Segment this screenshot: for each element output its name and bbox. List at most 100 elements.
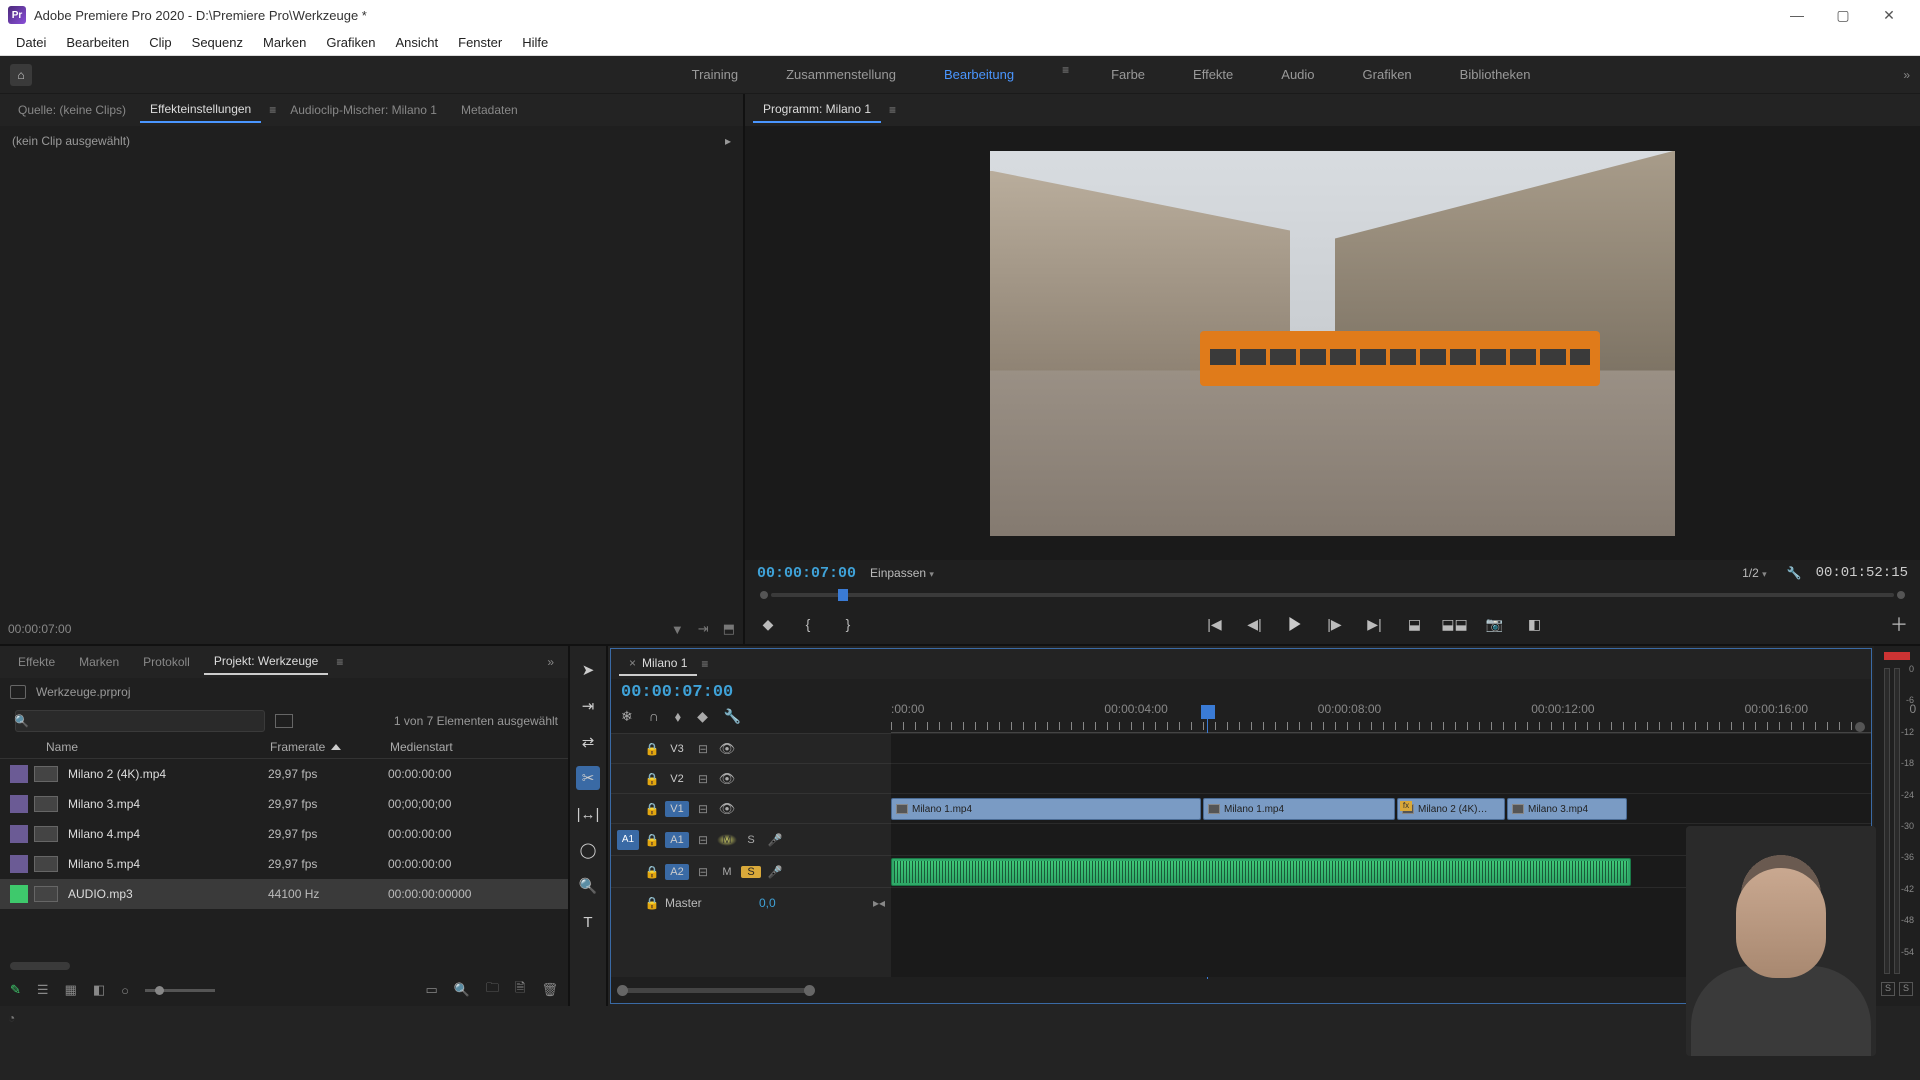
menu-sequenz[interactable]: Sequenz xyxy=(182,32,253,53)
video-track-header[interactable]: 🔒 V3 ⊟ 👁 xyxy=(611,733,891,763)
project-item[interactable]: Milano 2 (4K).mp4 29,97 fps 00:00:00:00 xyxy=(0,759,568,789)
thumbnail-zoom-slider[interactable] xyxy=(145,989,215,992)
workspace-bearbeitung[interactable]: Bearbeitung xyxy=(938,63,1020,86)
lift-button[interactable]: ⬓ xyxy=(1404,613,1426,635)
delete-icon[interactable]: 🗑 xyxy=(541,982,558,998)
comparison-button[interactable]: ◧ xyxy=(1524,613,1546,635)
selection-tool[interactable]: ➤ xyxy=(576,658,600,682)
freeform-view-icon[interactable]: ◧ xyxy=(93,982,105,998)
toggle-output-icon[interactable]: 👁 xyxy=(717,771,737,787)
program-viewer[interactable] xyxy=(990,151,1675,536)
master-track-header[interactable]: 🔒 Master 0,0 ▸◂ xyxy=(611,887,891,917)
solo-right-button[interactable]: S xyxy=(1899,982,1913,996)
track-name[interactable]: A1 xyxy=(665,832,689,848)
sync-lock-icon[interactable]: ⊟ xyxy=(693,833,713,847)
workspace-audio[interactable]: Audio xyxy=(1275,63,1320,86)
add-marker-icon[interactable]: ⬧ xyxy=(675,708,681,725)
add-button[interactable]: ＋ xyxy=(1890,611,1908,637)
settings-icon[interactable]: 🔧 xyxy=(1787,566,1802,580)
master-value[interactable]: 0,0 xyxy=(759,896,776,910)
column-mediastart[interactable]: Medienstart xyxy=(390,740,558,754)
program-timecode[interactable]: 00:00:07:00 xyxy=(757,565,856,582)
project-search-input[interactable] xyxy=(15,710,265,732)
snap-icon[interactable]: ❄ xyxy=(621,708,633,725)
zoom-slider-handle[interactable]: ○ xyxy=(121,983,129,998)
menu-bearbeiten[interactable]: Bearbeiten xyxy=(56,32,139,53)
razor-tool[interactable]: ✂ xyxy=(576,766,600,790)
video-lane[interactable]: Milano 1.mp4Milano 1.mp4fxMilano 2 (4K)…… xyxy=(891,793,1871,823)
tabs-overflow-icon[interactable]: » xyxy=(547,655,554,669)
lock-icon[interactable]: 🔒 xyxy=(643,833,661,847)
menu-fenster[interactable]: Fenster xyxy=(448,32,512,53)
color-label[interactable] xyxy=(10,885,28,903)
solo-left-button[interactable]: S xyxy=(1881,982,1895,996)
scrub-handle-left[interactable] xyxy=(760,591,768,599)
project-item[interactable]: Milano 3.mp4 29,97 fps 00;00;00;00 xyxy=(0,789,568,819)
color-label[interactable] xyxy=(10,795,28,813)
panel-menu-icon[interactable]: ≡ xyxy=(889,103,896,117)
workspace-bibliotheken[interactable]: Bibliotheken xyxy=(1454,63,1537,86)
video-lane[interactable] xyxy=(891,733,1871,763)
go-to-in-button[interactable]: |◀ xyxy=(1204,613,1226,635)
linked-selection-icon[interactable]: ∩ xyxy=(649,708,659,725)
source-timecode[interactable]: 00:00:07:00 xyxy=(8,622,71,636)
overwrite-icon[interactable]: ⬒ xyxy=(723,621,735,637)
toggle-output-icon[interactable]: 👁 xyxy=(717,741,737,757)
add-marker-button[interactable]: ◆ xyxy=(757,613,779,635)
menu-hilfe[interactable]: Hilfe xyxy=(512,32,558,53)
lock-icon[interactable]: 🔒 xyxy=(643,896,661,910)
zoom-dropdown[interactable]: 1/2 ▾ xyxy=(1742,566,1767,580)
video-track-header[interactable]: 🔒 V2 ⊟ 👁 xyxy=(611,763,891,793)
filter-bin-icon[interactable] xyxy=(275,714,293,728)
mark-in-button[interactable]: { xyxy=(797,613,819,635)
menu-clip[interactable]: Clip xyxy=(139,32,181,53)
lock-icon[interactable]: 🔒 xyxy=(643,802,661,816)
sync-lock-icon[interactable]: ⊟ xyxy=(693,802,713,816)
settings-wrench-icon[interactable]: 🔧 xyxy=(724,708,741,725)
fit-dropdown[interactable]: Einpassen ▾ xyxy=(870,566,934,580)
tab-projekt[interactable]: Projekt: Werkzeuge xyxy=(204,649,329,675)
workspace-training[interactable]: Training xyxy=(686,63,744,86)
video-lane[interactable] xyxy=(891,763,1871,793)
workspace-effekte[interactable]: Effekte xyxy=(1187,63,1239,86)
audio-track-header[interactable]: 🔒 A2 ⊟ M S 🎤 xyxy=(611,855,891,887)
project-item[interactable]: AUDIO.mp3 44100 Hz 00:00:00:00000 xyxy=(0,879,568,909)
panel-menu-icon[interactable]: ≡ xyxy=(701,657,708,671)
video-clip[interactable]: fxMilano 2 (4K)… xyxy=(1397,798,1505,820)
voice-over-icon[interactable]: 🎤 xyxy=(765,833,785,847)
extract-button[interactable]: ⬓⬓ xyxy=(1444,613,1466,635)
panel-menu-icon[interactable]: ≡ xyxy=(269,103,276,117)
hand-tool[interactable]: 🔍 xyxy=(576,874,600,898)
go-to-out-button[interactable]: ▶| xyxy=(1364,613,1386,635)
color-label[interactable] xyxy=(10,855,28,873)
video-clip[interactable]: Milano 1.mp4 xyxy=(891,798,1201,820)
list-view-icon[interactable]: ☰ xyxy=(37,982,49,998)
track-name[interactable]: V2 xyxy=(665,773,689,785)
play-button[interactable] xyxy=(1284,613,1306,635)
caret-right-icon[interactable]: ▸ xyxy=(725,134,731,148)
workspace-menu-icon[interactable]: ≡ xyxy=(1062,63,1069,86)
tab-audioclip-mischer[interactable]: Audioclip-Mischer: Milano 1 xyxy=(280,98,447,122)
color-label[interactable] xyxy=(10,765,28,783)
chevron-icon[interactable]: ▸◂ xyxy=(873,896,885,910)
tab-marken[interactable]: Marken xyxy=(69,650,129,674)
clip-indicator[interactable] xyxy=(1884,652,1910,660)
ripple-edit-tool[interactable]: ⇄ xyxy=(576,730,600,754)
home-icon[interactable]: ⌂ xyxy=(10,64,32,86)
audio-track-header[interactable]: A1 🔒 A1 ⊟ M S 🎤 xyxy=(611,823,891,855)
source-patch[interactable] xyxy=(617,862,639,882)
scrub-handle-right[interactable] xyxy=(1897,591,1905,599)
source-patch[interactable]: A1 xyxy=(617,830,639,850)
tab-effekteinstellungen[interactable]: Effekteinstellungen xyxy=(140,97,261,123)
toggle-output-icon[interactable]: 👁 xyxy=(717,801,737,817)
panel-menu-icon[interactable]: ≡ xyxy=(336,655,343,669)
marker-icon[interactable]: ◆ xyxy=(697,708,708,725)
timeline-timecode[interactable]: 00:00:07:00 xyxy=(621,683,881,702)
tab-effekte[interactable]: Effekte xyxy=(8,650,65,674)
track-name[interactable]: V1 xyxy=(665,801,689,817)
project-item[interactable]: Milano 5.mp4 29,97 fps 00:00:00:00 xyxy=(0,849,568,879)
vertical-zoom-handle[interactable] xyxy=(1855,722,1865,732)
video-clip[interactable]: Milano 1.mp4 xyxy=(1203,798,1395,820)
type-tool[interactable]: T xyxy=(576,910,600,934)
tab-program[interactable]: Programm: Milano 1 xyxy=(753,97,881,123)
